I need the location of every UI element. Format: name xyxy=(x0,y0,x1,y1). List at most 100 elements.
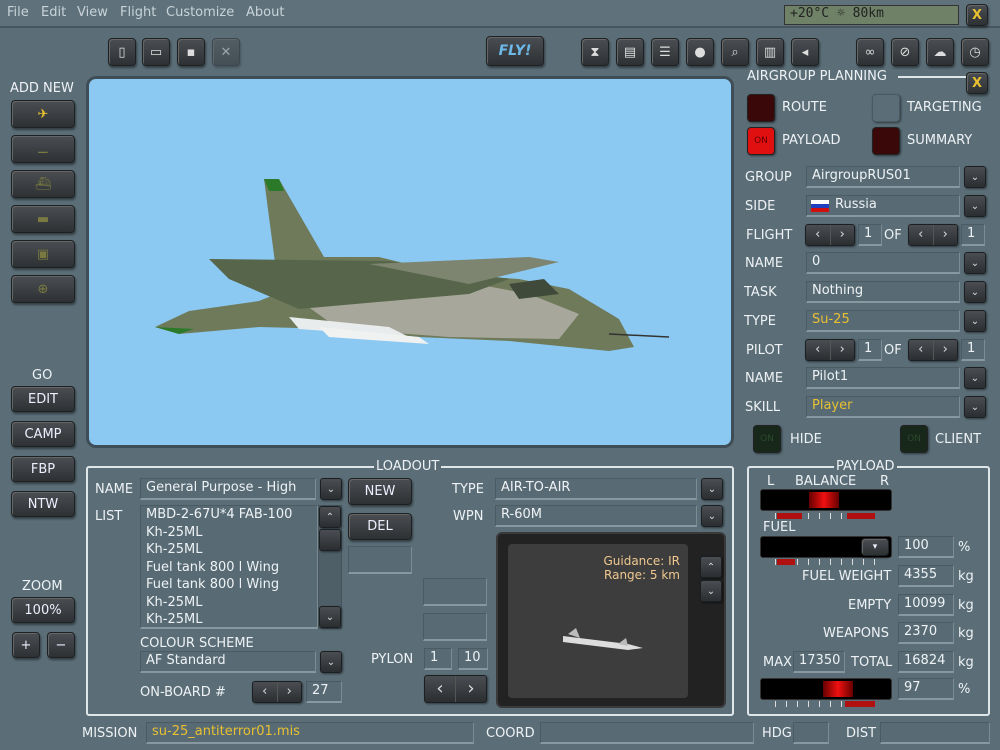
weapon-type-field[interactable]: AIR-TO-AIR xyxy=(495,478,697,500)
close-file-icon[interactable]: ✕ xyxy=(212,38,240,66)
edit-button[interactable]: EDIT xyxy=(11,386,75,412)
weapon-down-button[interactable]: ⌄ xyxy=(700,580,722,602)
list-item[interactable]: Kh-25ML xyxy=(146,594,312,612)
list-item[interactable]: Fuel tank 800 l Wing xyxy=(146,576,312,594)
client-toggle[interactable]: ON xyxy=(900,425,928,453)
fly-button[interactable]: FLY! xyxy=(486,36,544,66)
weapon-up-button[interactable]: ⌃ xyxy=(700,556,722,578)
add-vehicle-button[interactable]: ▣ xyxy=(11,240,75,268)
payload-toggle[interactable]: ON xyxy=(747,127,775,155)
app-close-button[interactable]: X xyxy=(966,4,988,26)
delete-loadout-button[interactable]: DEL xyxy=(348,513,412,540)
skill-field[interactable]: Player xyxy=(806,396,960,418)
pylon-stepper[interactable]: ‹ › xyxy=(424,675,487,703)
fuel-slider[interactable]: ▾ xyxy=(760,536,892,558)
zoom-out-button[interactable]: − xyxy=(47,632,75,658)
planning-close-button[interactable]: X xyxy=(966,72,988,94)
task-field[interactable]: Nothing xyxy=(806,281,960,303)
add-tank-button[interactable]: ▬ xyxy=(11,205,75,233)
pylon-value: 1 xyxy=(424,648,452,670)
camp-button[interactable]: CAMP xyxy=(11,421,75,447)
fuel-percent[interactable]: 100 xyxy=(898,536,954,558)
loadout-name-field[interactable]: General Purpose - High xyxy=(140,478,316,500)
hourglass-icon[interactable]: ⧗ xyxy=(581,38,609,66)
side-field[interactable]: Russia xyxy=(806,195,960,217)
list-item[interactable]: Kh-25ML xyxy=(146,541,312,559)
colour-scheme-field[interactable]: AF Standard xyxy=(140,651,316,673)
weapon-list[interactable]: MBD-2-67U*4 FAB-100 Kh-25ML Kh-25ML Fuel… xyxy=(140,505,318,629)
summary-toggle[interactable] xyxy=(872,127,900,155)
pilot-total-stepper[interactable]: ‹ › xyxy=(908,339,958,361)
targeting-toggle[interactable] xyxy=(872,94,900,122)
type-dropdown[interactable]: ⌄ xyxy=(964,310,986,332)
binoculars-icon[interactable]: ∞ xyxy=(856,38,884,66)
pilot-stepper[interactable]: ‹ › xyxy=(805,339,855,361)
route-toggle[interactable] xyxy=(747,94,775,122)
menu-flight[interactable]: Flight xyxy=(120,5,156,20)
menu-about[interactable]: About xyxy=(246,5,284,20)
clock-icon[interactable]: ◷ xyxy=(961,38,989,66)
go-label: GO xyxy=(32,368,53,383)
name-field[interactable]: 0 xyxy=(806,252,960,274)
aircraft-3d-model xyxy=(155,179,670,351)
new-loadout-button[interactable]: NEW xyxy=(348,478,412,505)
colour-scheme-dropdown[interactable]: ⌄ xyxy=(320,651,342,673)
group-field[interactable]: AirgroupRUS01 xyxy=(806,166,960,188)
no-icon[interactable]: ⊘ xyxy=(891,38,919,66)
kg-unit: kg xyxy=(958,655,974,670)
max-value: 17350 xyxy=(793,651,845,673)
pilot-name-dropdown[interactable]: ⌄ xyxy=(964,367,986,389)
fuel-slider-handle[interactable]: ▾ xyxy=(861,538,889,556)
menu-customize[interactable]: Customize xyxy=(166,5,234,20)
weapons-label: WEAPONS xyxy=(823,626,890,641)
weather-icon[interactable]: ☁ xyxy=(926,38,954,66)
speaker-icon[interactable]: ◂ xyxy=(791,38,819,66)
ntw-button[interactable]: NTW xyxy=(11,491,75,517)
side-dropdown[interactable]: ⌄ xyxy=(964,195,986,217)
list-item[interactable]: Kh-25ML xyxy=(146,524,312,542)
skill-dropdown[interactable]: ⌄ xyxy=(964,396,986,418)
new-file-icon[interactable]: ▯ xyxy=(108,38,136,66)
menu-edit[interactable]: Edit xyxy=(41,5,66,20)
task-label: TASK xyxy=(744,285,777,300)
flight-stepper[interactable]: ‹ › xyxy=(805,224,855,246)
add-helicopter-button[interactable]: ⚊ xyxy=(11,135,75,163)
menu-view[interactable]: View xyxy=(77,5,108,20)
loadout-name-dropdown[interactable]: ⌄ xyxy=(320,478,342,500)
zoom-level-button[interactable]: 100% xyxy=(11,597,75,623)
scroll-down-button[interactable]: ⌄ xyxy=(319,606,341,628)
pilot-name-field[interactable]: Pilot1 xyxy=(806,367,960,389)
type-field[interactable]: Su-25 xyxy=(806,310,960,332)
open-folder-icon[interactable]: ▭ xyxy=(142,38,170,66)
add-ship-button[interactable]: ⛴ xyxy=(11,170,75,198)
weapon-type-dropdown[interactable]: ⌄ xyxy=(701,478,723,500)
zoom-in-button[interactable]: + xyxy=(12,632,40,658)
list-item[interactable]: Fuel tank 800 l Wing xyxy=(146,559,312,577)
group-dropdown[interactable]: ⌄ xyxy=(964,166,986,188)
hide-toggle[interactable]: ON xyxy=(753,425,781,453)
wpn-dropdown[interactable]: ⌄ xyxy=(701,505,723,527)
book-icon[interactable]: ▥ xyxy=(756,38,784,66)
add-aircraft-button[interactable]: ✈ xyxy=(11,100,75,128)
list-item[interactable]: Kh-25ML xyxy=(146,611,312,627)
list-icon[interactable]: ☰ xyxy=(651,38,679,66)
menu-file[interactable]: File xyxy=(7,5,29,20)
search-icon[interactable]: ⌕ xyxy=(721,38,749,66)
scroll-thumb[interactable] xyxy=(319,529,341,551)
scroll-up-button[interactable]: ⌃ xyxy=(319,506,341,528)
onboard-stepper[interactable]: ‹ › xyxy=(252,681,302,703)
fbp-button[interactable]: FBP xyxy=(11,456,75,482)
wpn-field[interactable]: R-60M xyxy=(495,505,697,527)
clipboard-icon[interactable]: ▤ xyxy=(616,38,644,66)
flight-total-stepper[interactable]: ‹ › xyxy=(908,224,958,246)
save-icon[interactable]: ▪ xyxy=(177,38,205,66)
add-static-button[interactable]: ⊕ xyxy=(11,275,75,303)
task-dropdown[interactable]: ⌄ xyxy=(964,281,986,303)
blank-field xyxy=(348,546,412,574)
total-value: 16824 xyxy=(898,651,954,673)
head-icon[interactable]: ● xyxy=(686,38,714,66)
list-item[interactable]: MBD-2-67U*4 FAB-100 xyxy=(146,506,312,524)
add-new-label: ADD NEW xyxy=(10,81,74,96)
name-dropdown[interactable]: ⌄ xyxy=(964,252,986,274)
pilot-total-value: 1 xyxy=(961,339,985,361)
